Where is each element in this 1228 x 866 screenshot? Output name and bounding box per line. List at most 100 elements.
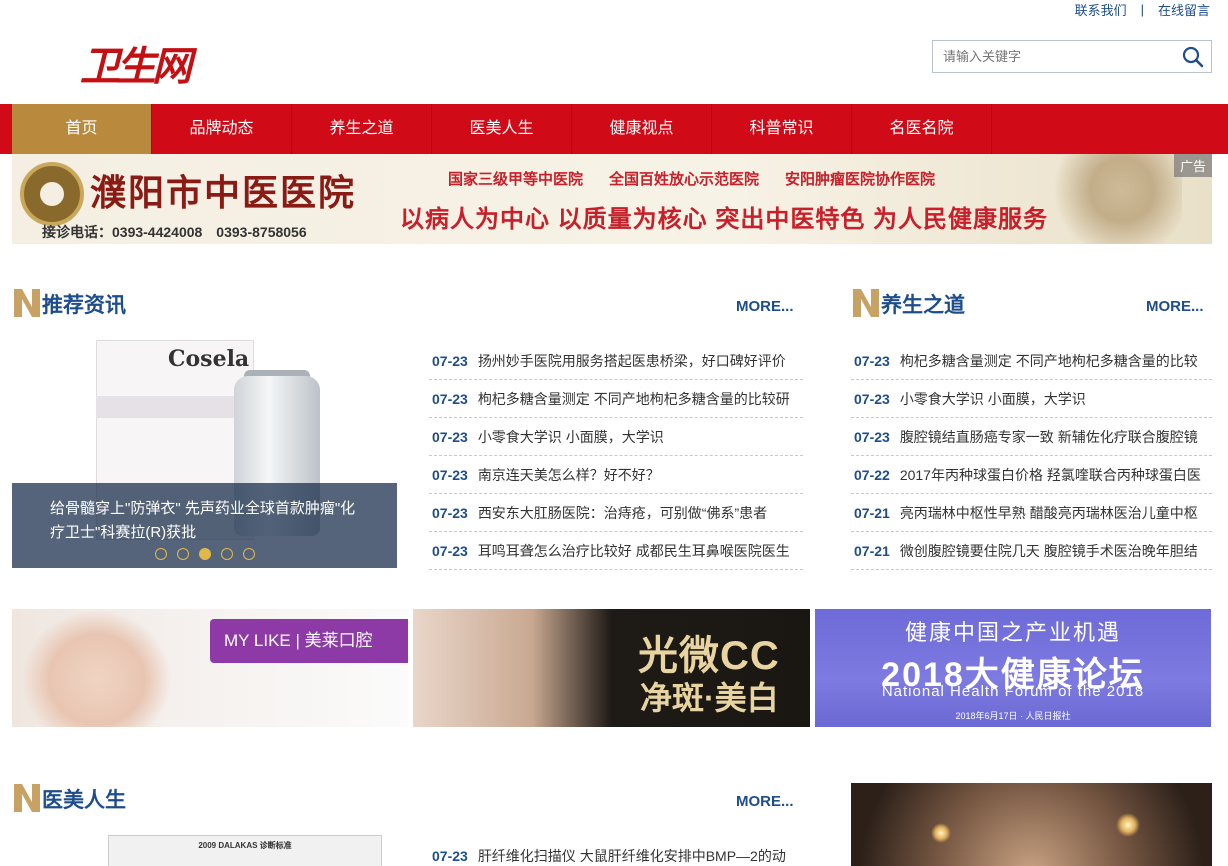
- top-links-separator: |: [1140, 1, 1144, 17]
- featured-slider[interactable]: Cosela 给骨髓穿上"防弹衣" 先声药业全球首款肿瘤"化疗卫士"科赛拉(R)…: [12, 340, 397, 568]
- nav-item-home[interactable]: 首页: [12, 104, 152, 154]
- cc-whitening-ad[interactable]: 光微CC 净斑·美白: [413, 609, 810, 727]
- slider-dot[interactable]: [176, 548, 189, 560]
- slider-dots: [12, 548, 397, 560]
- nav-item-brand[interactable]: 品牌动态: [152, 104, 292, 154]
- health-more-link[interactable]: MORE...: [1146, 298, 1204, 315]
- slider-dot[interactable]: [154, 548, 167, 560]
- slider-dot-active[interactable]: [198, 548, 211, 560]
- news-date: 07-23: [854, 391, 890, 407]
- news-title[interactable]: 南京连天美怎么样？好不好？: [478, 467, 660, 483]
- list-item[interactable]: 07-23 小零食大学识 小面膜，大学识: [429, 418, 803, 456]
- search-icon: [1182, 46, 1204, 67]
- beauty-more-link[interactable]: MORE...: [736, 793, 794, 810]
- news-title[interactable]: 肝纤维化扫描仪 大鼠肝纤维化安排中BMP—2的动: [478, 848, 786, 864]
- ad-label: 广告: [1173, 154, 1212, 177]
- list-item[interactable]: 07-23 南京连天美怎么样？好不好？: [429, 456, 803, 494]
- light-glow-icon: [931, 823, 951, 843]
- news-date: 07-23: [854, 353, 890, 369]
- light-glow-icon: [1116, 813, 1140, 837]
- news-date: 07-23: [854, 429, 890, 445]
- news-title[interactable]: 微创腹腔镜要住院几天 腹腔镜手术医治晚年胆结: [900, 543, 1198, 559]
- health-title: 养生之道: [881, 294, 965, 317]
- mylike-dental-ad[interactable]: MY LIKE | 美莱口腔: [12, 609, 408, 727]
- site-logo[interactable]: 卫生网: [80, 34, 192, 92]
- banner-tag: 安阳肿瘤医院协作医院: [785, 171, 936, 188]
- list-item[interactable]: 07-21 微创腹腔镜要住院几天 腹腔镜手术医治晚年胆结: [851, 532, 1212, 570]
- news-date: 07-23: [432, 391, 468, 407]
- beauty-portrait-image[interactable]: [851, 783, 1212, 866]
- list-item[interactable]: 07-22 2017年丙种球蛋白价格 羟氯喹联合丙种球蛋白医: [851, 456, 1212, 494]
- slider-caption-text: 给骨髓穿上"防弹衣" 先声药业全球首款肿瘤"化疗卫士"科赛拉(R)获批: [50, 500, 356, 541]
- message-link[interactable]: 在线留言: [1158, 0, 1210, 19]
- cc-ad-subtitle: 净斑·美白: [640, 680, 779, 716]
- news-date: 07-23: [432, 505, 468, 521]
- list-item[interactable]: 07-23 腹腔镜结直肠癌专家一致 新辅佐化疗联合腹腔镜: [851, 418, 1212, 456]
- main-nav: 首页 品牌动态 养生之道 医美人生 健康视点 科普常识 名医名院: [0, 104, 1228, 154]
- search-button[interactable]: [1175, 41, 1211, 72]
- health-news-list: 07-23 枸杞多糖含量测定 不同产地枸杞多糖含量的比较 07-23 小零食大学识 …: [851, 342, 1212, 570]
- list-item[interactable]: 07-23 枸杞多糖含量测定 不同产地枸杞多糖含量的比较研: [429, 380, 803, 418]
- news-title[interactable]: 2017年丙种球蛋白价格 羟氯喹联合丙种球蛋白医: [900, 467, 1201, 483]
- hospital-seal-icon: [20, 162, 84, 226]
- list-item[interactable]: 07-23 西安东大肛肠医院：治痔疮，可别做“佛系”患者: [429, 494, 803, 532]
- banner-tag: 全国百姓放心示范医院: [609, 171, 760, 188]
- product-box-stripe: [96, 396, 254, 418]
- news-title[interactable]: 亮丙瑞林中枢性早熟 醋酸亮丙瑞林医治儿童中枢: [900, 505, 1198, 521]
- banner-tag: 国家三级甲等中医院: [448, 171, 584, 188]
- news-date: 07-23: [432, 353, 468, 369]
- hospital-banner-ad[interactable]: 濮阳市中医医院 国家三级甲等中医院 全国百姓放心示范医院 安阳肿瘤医院协作医院 …: [12, 154, 1212, 244]
- news-title[interactable]: 腹腔镜结直肠癌专家一致 新辅佐化疗联合腹腔镜: [900, 429, 1198, 445]
- news-title[interactable]: 小零食大学识 小面膜，大学识: [900, 391, 1086, 407]
- news-title[interactable]: 扬州妙手医院用服务搭起医患桥梁，好口碑好评价: [478, 353, 786, 369]
- nav-item-doctors[interactable]: 名医名院: [852, 104, 992, 154]
- model-face-image: [22, 609, 172, 727]
- forum-ad-date: 2018年6月17日 · 人民日报社: [955, 711, 1071, 721]
- list-item[interactable]: 07-23 扬州妙手医院用服务搭起医患桥梁，好口碑好评价: [429, 342, 803, 380]
- health-forum-ad[interactable]: 健康中国之产业机遇 2018大健康论坛 National Health Foru…: [815, 609, 1211, 727]
- news-title[interactable]: 枸杞多糖含量测定 不同产地枸杞多糖含量的比较研: [478, 391, 790, 407]
- search-box: [932, 40, 1212, 73]
- news-title[interactable]: 西安东大肛肠医院：治痔疮，可别做“佛系”患者: [478, 505, 767, 521]
- forum-ad-line1: 健康中国之产业机遇: [904, 620, 1121, 645]
- search-input[interactable]: [933, 41, 1175, 72]
- slider-dot[interactable]: [242, 548, 255, 560]
- recommend-title: 推荐资讯: [42, 294, 126, 317]
- beauty-title: 医美人生: [42, 789, 126, 812]
- news-title[interactable]: 枸杞多糖含量测定 不同产地枸杞多糖含量的比较: [900, 353, 1198, 369]
- thumbnail-title: 2009 DALAKAS 诊断标准: [198, 841, 292, 850]
- news-date: 07-22: [854, 467, 890, 483]
- health-section-header: 养生之道: [851, 285, 1051, 319]
- news-title[interactable]: 小零食大学识 小面膜，大学识: [478, 429, 664, 445]
- forum-ad-english: National Health Forum of the 2018: [881, 683, 1145, 700]
- recommend-section-header: 推荐资讯: [12, 285, 212, 319]
- list-item[interactable]: 07-21 亮丙瑞林中枢性早熟 醋酸亮丙瑞林医治儿童中枢: [851, 494, 1212, 532]
- list-item[interactable]: 07-23 肝纤维化扫描仪 大鼠肝纤维化安排中BMP—2的动: [429, 837, 803, 866]
- list-item[interactable]: 07-23 耳鸣耳聋怎么治疗比较好 成都民生耳鼻喉医院医生: [429, 532, 803, 570]
- nav-item-viewpoint[interactable]: 健康视点: [572, 104, 712, 154]
- top-links: 联系我们 | 在线留言: [1075, 0, 1210, 18]
- list-item[interactable]: 07-23 小零食大学识 小面膜，大学识: [851, 380, 1212, 418]
- beauty-news-list: 07-23 肝纤维化扫描仪 大鼠肝纤维化安排中BMP—2的动: [429, 837, 803, 866]
- banner-phone: 接诊电话：0393-4424008 0393-8758056: [42, 224, 307, 240]
- recommend-news-list: 07-23 扬州妙手医院用服务搭起医患桥梁，好口碑好评价 07-23 枸杞多糖含量测…: [429, 342, 803, 570]
- banner-sage-illustration: [1032, 154, 1182, 244]
- news-date: 07-21: [854, 505, 890, 521]
- nav-item-beauty[interactable]: 医美人生: [432, 104, 572, 154]
- list-item[interactable]: 07-23 枸杞多糖含量测定 不同产地枸杞多糖含量的比较: [851, 342, 1212, 380]
- news-title[interactable]: 耳鸣耳聋怎么治疗比较好 成都民生耳鼻喉医院医生: [478, 543, 790, 559]
- nav-item-science[interactable]: 科普常识: [712, 104, 852, 154]
- recommend-more-link[interactable]: MORE...: [736, 298, 794, 315]
- contact-link[interactable]: 联系我们: [1075, 0, 1127, 19]
- beauty-thumbnail[interactable]: 2009 DALAKAS 诊断标准: [108, 835, 382, 866]
- news-date: 07-23: [432, 429, 468, 445]
- beauty-section-header: 医美人生: [12, 780, 212, 814]
- banner-tags: 国家三级甲等中医院 全国百姓放心示范医院 安阳肿瘤医院协作医院: [448, 168, 935, 189]
- mylike-ad-label: MY LIKE | 美莱口腔: [210, 619, 408, 663]
- banner-hospital-name: 濮阳市中医医院: [90, 172, 357, 214]
- nav-item-health[interactable]: 养生之道: [292, 104, 432, 154]
- news-date: 07-23: [432, 848, 468, 864]
- product-brand-text: Cosela: [168, 346, 250, 372]
- slider-dot[interactable]: [220, 548, 233, 560]
- news-date: 07-23: [432, 543, 468, 559]
